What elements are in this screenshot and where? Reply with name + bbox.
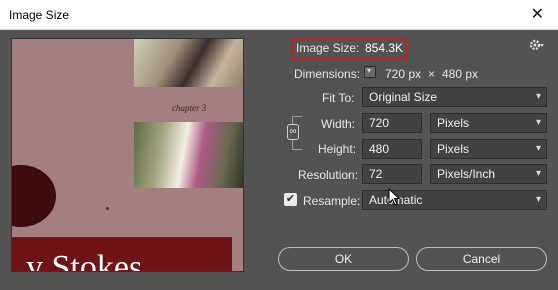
resample-checkbox[interactable]: ✔ — [284, 193, 297, 206]
close-icon[interactable]: ✕ — [531, 4, 544, 24]
height-field[interactable]: 480 — [362, 139, 422, 159]
resolution-unit-value: Pixels/Inch — [437, 167, 496, 181]
resample-label: Resample: — [303, 194, 361, 208]
preview-banner-text: y Stokes — [26, 249, 143, 272]
chevron-down-icon: ▾ — [535, 91, 541, 102]
chevron-down-icon: ▾ — [535, 117, 541, 128]
height-label: Height: — [318, 142, 357, 156]
resolution-field[interactable]: 72 — [362, 164, 422, 184]
chevron-down-icon: ▾ — [535, 168, 541, 179]
mouse-cursor-icon — [388, 188, 400, 206]
chevron-down-icon: ▾ — [535, 194, 541, 205]
gear-icon[interactable] — [529, 38, 545, 52]
dimensions-label: Dimensions: — [294, 67, 361, 81]
image-size-readout: Image Size: 854.3K — [291, 37, 407, 59]
fit-to-value: Original Size — [369, 90, 438, 104]
fit-to-select[interactable]: Original Size ▾ — [362, 87, 547, 107]
dimensions-width: 720 px — [385, 67, 422, 81]
title-bar: Image Size ✕ — [0, 0, 558, 30]
preview-photo-middle — [134, 122, 243, 188]
width-label: Width: — [321, 117, 356, 131]
preview-photo-top — [134, 39, 243, 87]
chevron-down-icon: ▾ — [535, 143, 541, 154]
image-size-value: 854.3K — [365, 41, 404, 55]
dimensions-unit-dropdown[interactable]: ▾ — [364, 66, 376, 78]
link-chain-icon[interactable]: ∞ — [287, 124, 299, 140]
preview-chapter-text: chapter 3 — [172, 103, 207, 113]
preview-dark-shape — [12, 165, 56, 227]
preview-dot — [106, 207, 109, 210]
image-size-dialog: chapter 3 y Stokes Image Size: 854.3K Di… — [0, 30, 558, 290]
fit-to-label: Fit To: — [322, 91, 355, 105]
window-title: Image Size — [9, 8, 70, 22]
dimensions-height: 480 px — [442, 67, 479, 81]
image-preview[interactable]: chapter 3 y Stokes — [11, 38, 244, 272]
height-unit-select[interactable]: Pixels ▾ — [430, 139, 547, 159]
cancel-button[interactable]: Cancel — [416, 247, 547, 271]
width-field[interactable]: 720 — [362, 113, 422, 133]
ok-button[interactable]: OK — [278, 247, 409, 271]
height-unit-value: Pixels — [437, 142, 470, 156]
resolution-label: Resolution: — [298, 168, 359, 182]
width-unit-value: Pixels — [437, 116, 470, 130]
width-unit-select[interactable]: Pixels ▾ — [430, 113, 547, 133]
chevron-down-icon: ▾ — [367, 66, 372, 75]
dimensions-times: × — [428, 67, 436, 81]
resolution-unit-select[interactable]: Pixels/Inch ▾ — [430, 164, 547, 184]
image-size-label: Image Size: — [296, 41, 360, 55]
checkmark-icon: ✔ — [285, 193, 296, 205]
